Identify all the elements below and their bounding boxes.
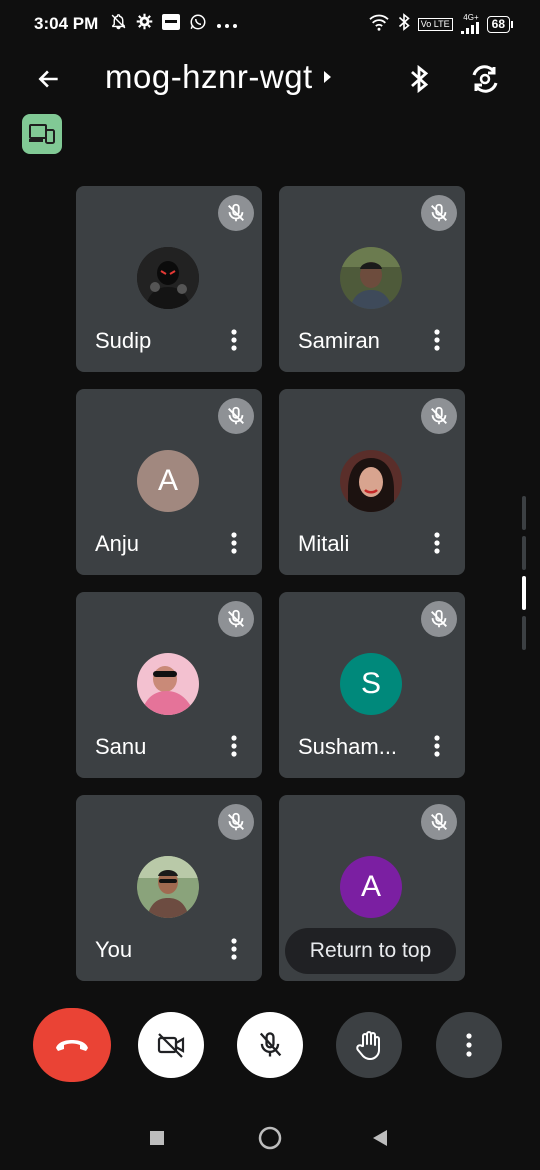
page-indicator-segment (522, 616, 526, 650)
caret-right-icon (323, 71, 331, 83)
mute-notification-icon (110, 13, 127, 35)
mic-muted-icon (421, 601, 457, 637)
audio-output-button[interactable] (404, 64, 434, 94)
devices-icon (29, 124, 55, 144)
mic-muted-icon (218, 804, 254, 840)
network-label: 4G+ (463, 13, 479, 22)
end-call-icon (56, 1040, 88, 1051)
mic-muted-icon (421, 804, 457, 840)
recents-icon (150, 1131, 164, 1145)
raise-hand-button[interactable] (336, 1012, 402, 1078)
participant-tile[interactable]: Mitali (279, 389, 465, 575)
triangle-back-icon (373, 1130, 387, 1146)
bluetooth-icon (411, 65, 428, 93)
mic-muted-icon (218, 601, 254, 637)
back-arrow-icon (38, 70, 58, 88)
paytm-app-icon (162, 13, 181, 35)
more-vert-icon (231, 329, 237, 351)
home-icon (258, 1126, 282, 1150)
camera-toggle-button[interactable] (138, 1012, 204, 1078)
participant-name: Mitali (298, 531, 350, 556)
participant-tile[interactable]: Sudip (76, 186, 262, 372)
signal-bars-icon (460, 22, 479, 34)
participant-more-button[interactable] (220, 326, 248, 354)
recents-button[interactable] (146, 1127, 168, 1149)
bluetooth-status-icon (398, 12, 410, 36)
participant-avatar-initial: S (340, 653, 402, 715)
switch-camera-icon (472, 65, 498, 93)
mic-toggle-button[interactable] (237, 1012, 303, 1078)
participant-more-button[interactable] (220, 732, 248, 760)
mic-muted-icon (421, 195, 457, 231)
page-indicator-active[interactable] (522, 576, 526, 610)
participant-tile-self[interactable]: You (76, 795, 262, 981)
participant-tile[interactable]: Sanu (76, 592, 262, 778)
participant-avatar-initial: A (340, 856, 402, 918)
participant-name: Anju (95, 531, 140, 556)
participant-name: Samiran (298, 328, 380, 353)
participant-more-button[interactable] (423, 326, 451, 354)
participant-name: Sanu (95, 734, 147, 759)
more-vert-icon (434, 532, 440, 554)
system-navigation-bar (0, 1100, 540, 1170)
status-time: 3:04 PM (34, 14, 99, 33)
meeting-header: mog-hznr-wgt (0, 48, 540, 110)
page-indicator-segment (522, 536, 526, 570)
raise-hand-icon (356, 1031, 380, 1060)
status-bar: 3:04 PM Vo LTE 4G+ 68 (0, 0, 540, 48)
participant-avatar-photo (340, 450, 402, 512)
participant-more-button[interactable] (220, 935, 248, 963)
more-notifications-icon (216, 14, 238, 34)
participant-tile[interactable]: Samiran (279, 186, 465, 372)
mic-muted-icon (218, 195, 254, 231)
participant-name: Susham... (298, 734, 398, 759)
participant-more-button[interactable] (220, 529, 248, 557)
meeting-code-button[interactable]: mog-hznr-wgt (105, 58, 333, 96)
participant-avatar-photo (137, 247, 199, 309)
participant-tile[interactable]: A Anju (76, 389, 262, 575)
settings-gear-icon (136, 13, 153, 35)
switch-camera-button[interactable] (468, 62, 502, 96)
participant-more-button[interactable] (423, 732, 451, 760)
more-vert-icon (466, 1033, 472, 1057)
more-vert-icon (231, 532, 237, 554)
home-button[interactable] (257, 1125, 283, 1151)
volte-badge: Vo LTE (417, 17, 453, 31)
system-back-button[interactable] (370, 1127, 390, 1149)
page-indicator-segment (522, 496, 526, 530)
camera-off-icon (157, 1033, 185, 1058)
more-options-button[interactable] (436, 1012, 502, 1078)
participant-avatar-photo (137, 653, 199, 715)
mic-off-icon (259, 1032, 282, 1057)
end-call-button[interactable] (33, 1008, 111, 1082)
more-vert-icon (434, 735, 440, 757)
participant-avatar-initial: A (137, 450, 199, 512)
meeting-code: mog-hznr-wgt (105, 58, 313, 95)
companion-mode-button[interactable] (22, 114, 62, 154)
participant-tile[interactable]: S Susham... (279, 592, 465, 778)
participant-name: Sudip (95, 328, 152, 353)
whatsapp-icon (189, 13, 207, 36)
participant-name: You (95, 937, 133, 962)
more-vert-icon (231, 735, 237, 757)
more-vert-icon (231, 938, 237, 960)
participant-avatar-photo (137, 856, 199, 918)
wifi-icon (368, 13, 390, 36)
participant-more-button[interactable] (423, 529, 451, 557)
battery-indicator: 68 (486, 15, 514, 33)
mic-muted-icon (421, 398, 457, 434)
back-button[interactable] (34, 64, 64, 94)
participant-avatar-photo (340, 247, 402, 309)
mic-muted-icon (218, 398, 254, 434)
more-vert-icon (434, 329, 440, 351)
network-type: 4G+ (460, 13, 479, 34)
return-to-top-button[interactable]: Return to top (285, 928, 456, 974)
